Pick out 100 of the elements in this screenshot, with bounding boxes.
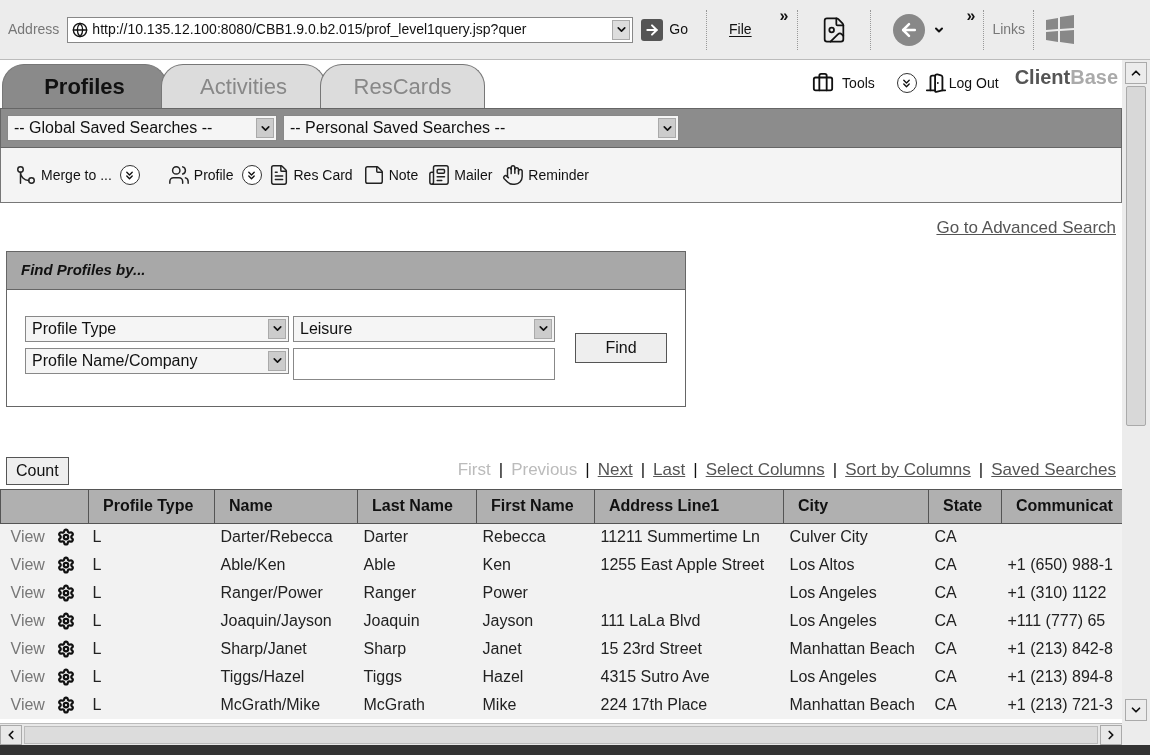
scroll-right-icon[interactable] [1100, 724, 1122, 745]
view-link[interactable]: View [10, 693, 45, 717]
table-cell: Ken [476, 551, 595, 579]
table-cell: Hazel [476, 663, 595, 691]
links-label[interactable]: Links [992, 19, 1026, 40]
table-cell: Ranger [357, 579, 477, 607]
separator: | [585, 459, 590, 481]
separator: | [640, 459, 646, 481]
gear-icon[interactable] [56, 696, 75, 714]
horizontal-scrollbar[interactable] [0, 723, 1122, 745]
file-menu[interactable]: File [729, 19, 752, 40]
global-searches-select[interactable]: -- Global Saved Searches -- [7, 115, 277, 141]
toolbar-button[interactable]: Note [388, 164, 419, 186]
toolbar-button[interactable]: Mailer [454, 164, 493, 186]
vertical-scrollbar[interactable] [1122, 60, 1150, 745]
table-cell: CA [928, 551, 1002, 579]
table-cell: +1 (650) 988-1 [1001, 551, 1122, 579]
separator: | [498, 459, 504, 481]
logout-button[interactable]: Log Out [948, 72, 999, 94]
table-cell: +1 (213) 894-8 [1001, 663, 1122, 691]
table-cell: Manhattan Beach [783, 635, 929, 663]
table-cell: McGrath [357, 691, 477, 719]
table-cell: Darter/Rebecca [214, 523, 358, 551]
field-select[interactable]: Profile Type [25, 315, 289, 342]
count-button[interactable]: Count [6, 456, 69, 485]
value-select[interactable]: Leisure [293, 315, 555, 342]
column-header: Name [214, 489, 358, 523]
toolbar-button[interactable]: Merge to ... [41, 164, 112, 186]
toolbar-button[interactable]: Res Card [293, 164, 353, 186]
table-cell: L [88, 635, 215, 663]
pagination-link[interactable]: Last [653, 457, 686, 483]
advanced-search-link[interactable]: Go to Advanced Search [936, 215, 1116, 241]
table-cell: CA [928, 607, 1002, 635]
toolbox-icon[interactable] [812, 72, 835, 94]
separator: | [978, 459, 984, 481]
pagination-link[interactable]: Saved Searches [991, 457, 1116, 483]
view-link[interactable]: View [10, 581, 45, 605]
address-field[interactable]: http://10.135.12.100:8080/CBB1.9.0.b2.015/prof_level1query.jsp?quer [67, 16, 634, 43]
door-icon[interactable] [924, 72, 947, 94]
table-cell: CA [928, 663, 1002, 691]
table-cell: L [88, 523, 215, 551]
overflow-chevron[interactable]: » [966, 4, 976, 28]
view-link[interactable]: View [10, 637, 45, 661]
toolbar-button[interactable]: Reminder [528, 164, 590, 186]
tools-button[interactable]: Tools [842, 72, 875, 94]
find-button[interactable]: Find [575, 332, 667, 363]
people-icon [167, 164, 190, 186]
personal-searches-select[interactable]: -- Personal Saved Searches -- [283, 115, 679, 141]
table-cell: Power [476, 579, 595, 607]
table-cell: Tiggs [357, 663, 477, 691]
separator: | [693, 459, 698, 481]
table-cell: +1 (310) 1122 [1001, 579, 1122, 607]
table-cell: Los Angeles [783, 663, 929, 691]
scroll-up-icon[interactable] [1125, 62, 1147, 84]
back-icon[interactable] [892, 13, 925, 46]
view-link[interactable]: View [10, 553, 45, 577]
gear-icon[interactable] [56, 668, 75, 686]
table-cell: L [88, 663, 215, 691]
table-cell: Los Altos [783, 551, 929, 579]
table-cell: CA [928, 579, 1002, 607]
gear-icon[interactable] [56, 612, 75, 630]
table-cell: Darter [357, 523, 477, 551]
field-select[interactable]: Profile Name/Company [25, 347, 289, 374]
view-link[interactable]: View [10, 665, 45, 689]
table-cell: 4315 Sutro Ave [594, 663, 784, 691]
pagination-link[interactable]: Sort by Columns [845, 457, 971, 483]
view-link[interactable]: View [10, 609, 45, 633]
table-cell: Los Angeles [783, 579, 929, 607]
column-header: First Name [476, 489, 595, 523]
search-input[interactable] [293, 347, 555, 380]
table-cell: L [88, 607, 215, 635]
table-cell: L [88, 579, 215, 607]
gear-icon[interactable] [56, 640, 75, 658]
scroll-left-icon[interactable] [0, 724, 22, 745]
gear-icon[interactable] [56, 528, 75, 547]
table-cell: 15 23rd Street [594, 635, 784, 663]
column-header: Address Line1 [594, 489, 784, 523]
table-cell: 224 17th Place [594, 691, 784, 719]
find-panel-header: Find Profiles by... [7, 251, 685, 290]
toolbar-button[interactable]: Profile [193, 164, 234, 186]
pagination-link[interactable]: Select Columns [705, 457, 825, 483]
table-cell: Joaquin [357, 607, 477, 635]
gear-icon[interactable] [56, 556, 75, 574]
table-cell: Culver City [783, 523, 929, 551]
table-cell: L [88, 551, 215, 579]
view-link[interactable]: View [10, 525, 45, 550]
scroll-down-icon[interactable] [1125, 699, 1147, 721]
separator: | [832, 459, 838, 481]
table-cell: Ranger/Power [214, 579, 358, 607]
gear-icon[interactable] [56, 584, 75, 602]
pagination-link[interactable]: Next [597, 457, 633, 483]
column-header: State [928, 489, 1002, 523]
table-cell: Able/Ken [214, 551, 358, 579]
note-icon [362, 164, 385, 186]
table-cell: Tiggs/Hazel [214, 663, 358, 691]
go-button[interactable]: Go [641, 18, 689, 41]
overflow-chevron[interactable]: » [779, 4, 789, 28]
hand-icon [502, 164, 525, 186]
table-cell: +111 (777) 65 [1001, 607, 1122, 635]
table-cell: Janet [476, 635, 595, 663]
